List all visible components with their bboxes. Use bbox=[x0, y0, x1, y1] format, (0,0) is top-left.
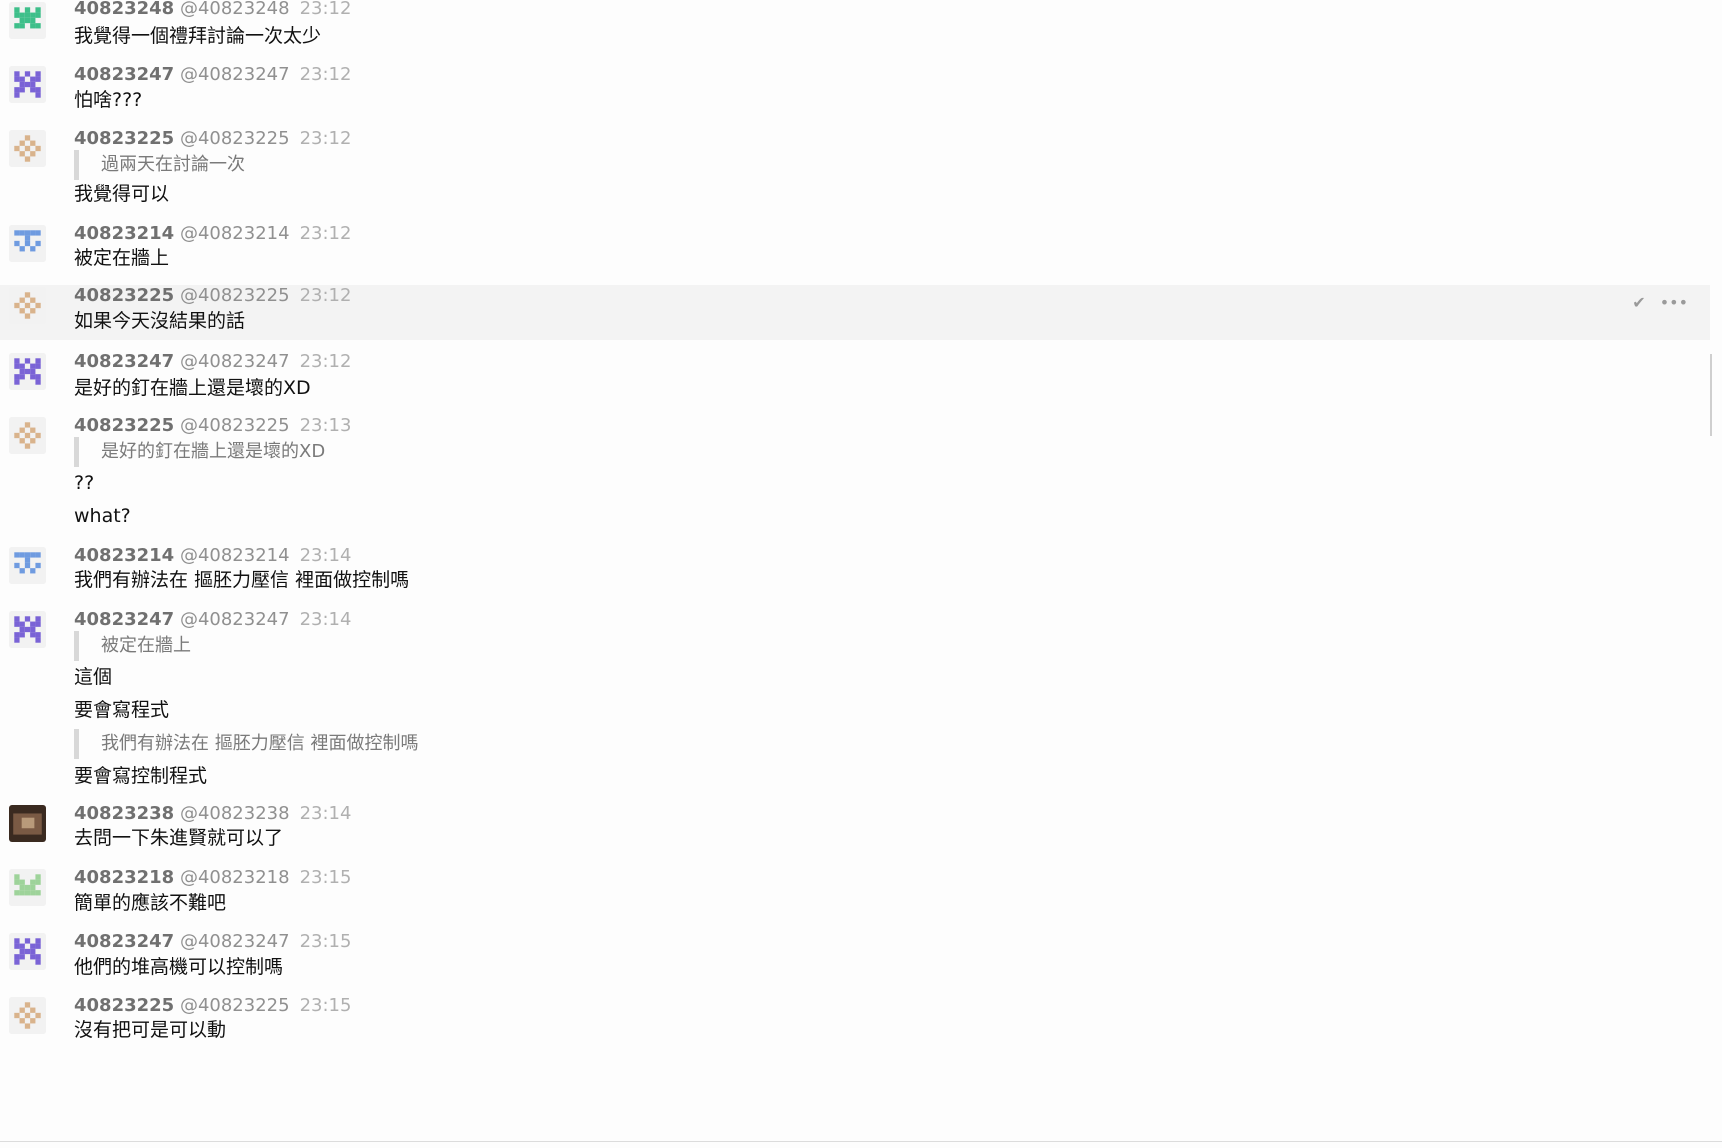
message-text: 簡單的應該不難吧 bbox=[74, 892, 227, 914]
message-handle: @40823218 bbox=[179, 867, 290, 888]
message[interactable]: 40823225 @40823225 23:12 過兩天在討論一次我覺得可以 bbox=[0, 128, 1710, 223]
message-handle: @40823238 bbox=[179, 803, 290, 824]
message-username[interactable]: 40823248 bbox=[74, 0, 174, 19]
message-text: 我們有辦法在 摳胚力壓信 裡面做控制嗎 bbox=[74, 569, 410, 591]
message-handle: @40823247 bbox=[179, 64, 290, 85]
avatar[interactable] bbox=[9, 2, 46, 39]
message[interactable]: 40823225 @40823225 23:15 沒有把可是可以動 bbox=[0, 995, 1710, 1055]
message-text: 沒有把可是可以動 bbox=[74, 1019, 227, 1041]
quoted-message: 過兩天在討論一次 bbox=[74, 150, 245, 180]
message-username[interactable]: 40823247 bbox=[74, 609, 174, 630]
message-text: 如果今天沒結果的話 bbox=[74, 310, 246, 332]
quoted-message: 我們有辦法在 摳胚力壓信 裡面做控制嗎 bbox=[74, 729, 418, 759]
message-timestamp[interactable]: 23:13 bbox=[300, 415, 352, 436]
avatar[interactable] bbox=[9, 417, 46, 454]
message-handle: @40823247 bbox=[179, 351, 290, 372]
quoted-message: 被定在牆上 bbox=[74, 631, 191, 661]
message-timestamp[interactable]: 23:12 bbox=[300, 64, 352, 85]
message[interactable]: 40823238 @40823238 23:14 去問一下朱進賢就可以了 bbox=[0, 803, 1710, 865]
message-text: 去問一下朱進賢就可以了 bbox=[74, 827, 284, 849]
message-handle: @40823247 bbox=[179, 931, 290, 952]
message-handle: @40823214 bbox=[179, 223, 290, 244]
message[interactable]: 40823214 @40823214 23:14 我們有辦法在 摳胚力壓信 裡面做控… bbox=[0, 545, 1710, 607]
message[interactable]: 40823225 @40823225 23:13 是好的釘在牆上還是壞的XD?? wh… bbox=[0, 415, 1710, 543]
avatar[interactable] bbox=[9, 287, 46, 324]
message-text: 怕啥??? bbox=[74, 89, 143, 111]
avatar[interactable] bbox=[9, 933, 46, 970]
avatar[interactable] bbox=[9, 353, 46, 390]
message-text: 這個 bbox=[74, 666, 113, 688]
message-username[interactable]: 40823247 bbox=[74, 351, 174, 372]
avatar[interactable] bbox=[9, 805, 46, 842]
message-text: ?? bbox=[74, 472, 95, 494]
message-handle: @40823214 bbox=[179, 545, 290, 566]
scrollbar[interactable] bbox=[1710, 354, 1712, 436]
check-icon[interactable]: ✔ bbox=[1632, 293, 1645, 312]
message-username[interactable]: 40823214 bbox=[74, 545, 174, 566]
message-list: 40823248 @40823248 23:12 我覺得一個禮拜討論一次太少 4082… bbox=[0, 0, 1722, 1140]
message-handle: @40823225 bbox=[179, 285, 290, 306]
message-username[interactable]: 40823225 bbox=[74, 128, 174, 149]
message[interactable]: 40823248 @40823248 23:12 我覺得一個禮拜討論一次太少 bbox=[0, 0, 1710, 64]
avatar[interactable] bbox=[9, 611, 46, 648]
message-username[interactable]: 40823225 bbox=[74, 415, 174, 436]
message-timestamp[interactable]: 23:12 bbox=[300, 223, 352, 244]
avatar[interactable] bbox=[9, 225, 46, 262]
avatar[interactable] bbox=[9, 997, 46, 1034]
message-timestamp[interactable]: 23:14 bbox=[300, 545, 352, 566]
message-handle: @40823248 bbox=[179, 0, 290, 19]
message-username[interactable]: 40823218 bbox=[74, 867, 174, 888]
message-text: 被定在牆上 bbox=[74, 247, 170, 269]
avatar[interactable] bbox=[9, 66, 46, 103]
divider bbox=[0, 1141, 1722, 1142]
more-icon[interactable]: ••• bbox=[1660, 293, 1688, 312]
message-timestamp[interactable]: 23:12 bbox=[300, 351, 352, 372]
message-username[interactable]: 40823247 bbox=[74, 64, 174, 85]
message[interactable]: 40823218 @40823218 23:15 簡單的應該不難吧 bbox=[0, 867, 1710, 929]
message[interactable]: 40823214 @40823214 23:12 被定在牆上 bbox=[0, 223, 1710, 283]
avatar[interactable] bbox=[9, 547, 46, 584]
message-timestamp[interactable]: 23:15 bbox=[300, 931, 352, 952]
message-handle: @40823225 bbox=[179, 415, 290, 436]
message-text: 要會寫程式 bbox=[74, 699, 170, 721]
message-timestamp[interactable]: 23:12 bbox=[300, 285, 352, 306]
message-text: 他們的堆高機可以控制嗎 bbox=[74, 956, 284, 978]
message-text: 我覺得一個禮拜討論一次太少 bbox=[74, 25, 322, 47]
message-actions: ✔ ••• bbox=[1618, 293, 1688, 312]
message[interactable]: 40823247 @40823247 23:12 是好的釘在牆上還是壞的XD bbox=[0, 351, 1710, 413]
message-username[interactable]: 40823225 bbox=[74, 285, 174, 306]
message-username[interactable]: 40823225 bbox=[74, 995, 174, 1016]
message-text: 要會寫控制程式 bbox=[74, 765, 208, 787]
message-timestamp[interactable]: 23:14 bbox=[300, 803, 352, 824]
message-handle: @40823247 bbox=[179, 609, 290, 630]
message-timestamp[interactable]: 23:15 bbox=[300, 995, 352, 1016]
message-username[interactable]: 40823214 bbox=[74, 223, 174, 244]
message-username[interactable]: 40823238 bbox=[74, 803, 174, 824]
message[interactable]: 40823247 @40823247 23:14 被定在牆上這個要會寫程式我們有辦法… bbox=[0, 609, 1710, 801]
message-timestamp[interactable]: 23:12 bbox=[300, 128, 352, 149]
avatar[interactable] bbox=[9, 869, 46, 906]
message-timestamp[interactable]: 23:14 bbox=[300, 609, 352, 630]
message-timestamp[interactable]: 23:12 bbox=[300, 0, 352, 19]
message-handle: @40823225 bbox=[179, 995, 290, 1016]
message-text: what? bbox=[74, 505, 131, 527]
message-handle: @40823225 bbox=[179, 128, 290, 149]
quoted-message: 是好的釘在牆上還是壞的XD bbox=[74, 437, 325, 467]
message-username[interactable]: 40823247 bbox=[74, 931, 174, 952]
avatar[interactable] bbox=[9, 130, 46, 167]
message-text: 我覺得可以 bbox=[74, 183, 170, 205]
message-text: 是好的釘在牆上還是壞的XD bbox=[74, 377, 311, 399]
message[interactable]: 40823247 @40823247 23:15 他們的堆高機可以控制嗎 bbox=[0, 931, 1710, 993]
message[interactable]: 40823225 @40823225 23:12 如果今天沒結果的話 ✔ ••• bbox=[0, 285, 1710, 340]
message-timestamp[interactable]: 23:15 bbox=[300, 867, 352, 888]
message[interactable]: 40823247 @40823247 23:12 怕啥??? bbox=[0, 64, 1710, 128]
